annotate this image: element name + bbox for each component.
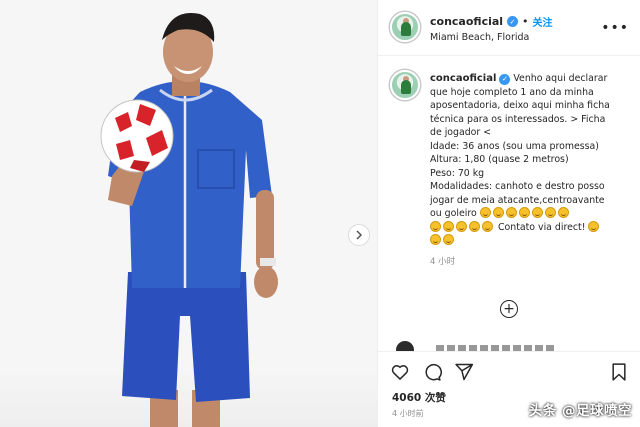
avatar-figure — [401, 80, 411, 94]
plus-circle-icon: + — [503, 301, 515, 317]
username-row: concaoficial ✓ • 关注 — [430, 14, 553, 29]
partial-comment — [396, 341, 626, 351]
follow-button[interactable]: 关注 — [533, 14, 553, 29]
watermark: 头条 @足球喷空 — [528, 403, 632, 419]
caption-line: ou goleiro — [430, 208, 477, 219]
more-options-icon[interactable]: ••• — [601, 20, 629, 36]
caption-line: Modalidades: canhoto e destro posso — [430, 181, 605, 192]
laughing-emoji-icon — [456, 220, 467, 232]
caption-line: Idade: 36 anos (sou uma promessa) — [430, 140, 599, 152]
caption-line: Venho aqui declarar — [513, 73, 608, 84]
caption-body: concaoficial ✓ Venho aqui declarar que h… — [430, 72, 636, 269]
comment-icon[interactable] — [422, 362, 442, 382]
caption-emoji-line: ou goleiro — [430, 207, 636, 221]
likes-count[interactable]: 4060 次赞 — [392, 390, 446, 405]
caption-line: de jogador < — [430, 127, 492, 138]
verified-badge-icon: ✓ — [499, 74, 511, 86]
load-more-comments-button[interactable]: + — [500, 300, 518, 318]
smiling-emoji-icon — [430, 234, 441, 245]
action-icons — [390, 362, 474, 382]
verified-badge-icon: ✓ — [507, 16, 519, 27]
laughing-emoji-icon — [544, 207, 556, 218]
laughing-emoji-icon — [469, 220, 480, 232]
laughing-emoji-icon — [479, 207, 491, 218]
share-icon[interactable] — [454, 362, 474, 382]
laughing-emoji-icon — [443, 220, 454, 232]
save-button[interactable] — [609, 362, 629, 386]
caption-line: jogar de meia atacante,centroavante — [430, 194, 605, 206]
caption-line: que hoje completo 1 ano da minha — [430, 86, 594, 98]
smiling-emoji-icon — [443, 234, 454, 245]
separator: • — [522, 15, 529, 28]
caption-first-line: concaoficial ✓ Venho aqui declarar — [430, 72, 636, 86]
comment-avatar — [396, 341, 414, 351]
player-illustration — [100, 13, 278, 427]
contact-text: Contato via direct! — [497, 221, 586, 233]
laughing-emoji-icon — [505, 207, 517, 218]
bookmark-icon — [612, 363, 626, 381]
avatar[interactable] — [390, 12, 420, 42]
caption-line: Peso: 70 kg — [430, 167, 485, 179]
smiling-emoji-icon — [588, 220, 600, 232]
caption-line: Altura: 1,80 (quase 2 metros) — [430, 154, 569, 165]
laughing-emoji-icon — [557, 207, 569, 218]
chevron-right-icon — [356, 230, 363, 240]
username-link[interactable]: concaoficial — [430, 15, 503, 28]
post-time: 4 小时前 — [392, 409, 424, 418]
laughing-emoji-icon — [492, 207, 504, 218]
post-header: concaoficial ✓ • 关注 Miami Beach, Florida… — [378, 0, 640, 56]
post-photo[interactable] — [0, 0, 377, 427]
header-text: concaoficial ✓ • 关注 Miami Beach, Florida — [430, 14, 553, 43]
caption-avatar[interactable] — [390, 70, 420, 100]
caption-contact-line: Contato via direct! — [430, 220, 636, 235]
caption-line: aposentadoria, deixo aqui minha ficha — [430, 100, 610, 111]
avatar-figure — [401, 22, 411, 36]
laughing-emoji-icon — [531, 207, 543, 218]
post-sidebar: concaoficial ✓ • 关注 Miami Beach, Florida… — [377, 0, 640, 427]
laughing-emoji-icon — [518, 207, 530, 218]
laughing-emoji-icon — [430, 220, 441, 232]
caption-emoji-tail — [430, 234, 636, 248]
next-photo-button[interactable] — [348, 224, 370, 246]
laughing-emoji-icon — [482, 220, 493, 232]
heart-icon[interactable] — [390, 362, 410, 382]
caption-timestamp: 4 小时 — [430, 256, 456, 267]
caption-line: técnica para os interessados. > Ficha — [430, 113, 606, 125]
location-link[interactable]: Miami Beach, Florida — [430, 32, 553, 43]
caption-username[interactable]: concaoficial — [430, 73, 496, 84]
